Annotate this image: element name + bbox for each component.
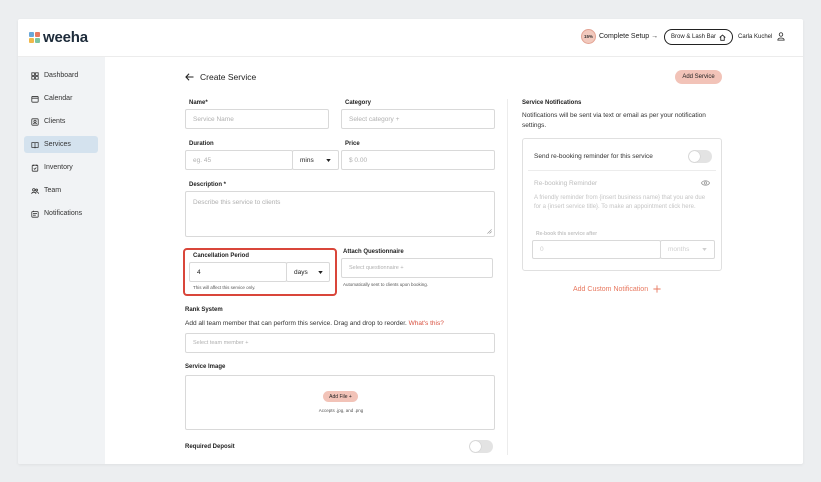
cancellation-label: Cancellation Period <box>193 253 250 259</box>
rebook-after-input[interactable]: 0 <box>532 240 661 259</box>
sidebar-item-label: Notifications <box>44 210 83 217</box>
whats-this-link[interactable]: What's this? <box>409 320 444 327</box>
team-icon <box>31 187 39 194</box>
user-name: Carla Kuchel <box>738 33 773 40</box>
notifications-title: Service Notifications <box>522 100 582 106</box>
name-input[interactable]: Service Name <box>185 109 329 129</box>
inventory-icon <box>31 164 39 172</box>
questionnaire-note: Automatically sent to clients upon booki… <box>343 282 429 287</box>
logo-text: weeha <box>43 29 88 46</box>
home-icon <box>719 33 726 41</box>
complete-setup-label: Complete Setup → <box>599 33 659 40</box>
toggle-knob <box>470 441 481 452</box>
page-title: Create Service <box>200 72 257 82</box>
rebooking-toggle[interactable] <box>688 150 712 163</box>
deposit-toggle[interactable] <box>469 440 493 453</box>
cancellation-unit-select[interactable]: days <box>286 262 330 282</box>
service-image-label: Service Image <box>185 364 226 370</box>
duration-input[interactable]: eg. 45 <box>185 150 293 170</box>
price-input[interactable]: $ 0.00 <box>341 150 495 170</box>
top-bar: weeha 15% Complete Setup → Brow & Lash B… <box>18 19 803 57</box>
complete-setup-button[interactable]: 15% Complete Setup → <box>581 29 658 44</box>
accepted-formats: Accepts .jpg, and .png <box>318 408 364 413</box>
sidebar-item-label: Inventory <box>44 164 73 171</box>
description-placeholder: Describe this service to clients <box>193 199 281 206</box>
category-select[interactable]: Select category + <box>341 109 495 129</box>
rebook-after-label: Re-book this service after <box>536 231 598 237</box>
rebooking-toggle-label: Send re-booking reminder for this servic… <box>534 153 653 160</box>
sidebar-item-dashboard[interactable]: Dashboard <box>24 67 98 84</box>
deposit-label: Required Deposit <box>185 444 235 450</box>
team-member-select[interactable]: Select team member + <box>185 333 495 353</box>
dashboard-icon <box>31 71 39 80</box>
sidebar-item-clients[interactable]: Clients <box>24 113 98 130</box>
reminder-text: A friendly reminder from {insert busines… <box>534 195 706 210</box>
notifications-description: Notifications will be sent via text or e… <box>522 112 706 129</box>
clients-icon <box>31 117 39 126</box>
business-selector-button[interactable]: Brow & Lash Bar <box>664 29 734 45</box>
duration-label: Duration <box>189 141 214 147</box>
toggle-knob <box>689 151 700 162</box>
caret-down-icon <box>318 270 323 274</box>
caret-down-icon <box>702 248 707 251</box>
rank-description: Add all team member that can perform thi… <box>185 320 444 327</box>
questionnaire-label: Attach Questionnaire <box>343 249 404 255</box>
sidebar-item-label: Team <box>44 187 62 194</box>
cancellation-note: This will affect this service only. <box>193 285 256 290</box>
category-label: Category <box>345 100 372 106</box>
back-arrow-icon[interactable] <box>185 73 194 81</box>
setup-progress-badge: 15% <box>581 29 596 44</box>
resize-handle-icon <box>487 229 492 234</box>
duration-unit-value: mins <box>300 156 314 164</box>
image-dropzone[interactable] <box>185 375 495 430</box>
logo-mark-icon <box>29 32 40 43</box>
notifications-icon <box>31 210 39 218</box>
reminder-label: Re-booking Reminder <box>534 180 598 187</box>
description-textarea[interactable]: Describe this service to clients <box>185 191 495 237</box>
add-custom-notification-button[interactable]: Add Custom Notification <box>573 285 661 293</box>
cancellation-unit-value: days <box>294 268 308 276</box>
page-header: Create Service <box>185 72 256 82</box>
user-icon <box>777 32 785 41</box>
eye-icon[interactable] <box>701 180 710 186</box>
sidebar-item-services[interactable]: Services <box>24 136 98 153</box>
cancellation-input[interactable]: 4 <box>189 262 287 282</box>
rank-label: Rank System <box>185 307 223 313</box>
price-label: Price <box>345 141 360 147</box>
caret-down-icon <box>326 158 331 162</box>
app-window: weeha 15% Complete Setup → Brow & Lash B… <box>18 19 803 464</box>
rebook-unit-value: months <box>668 246 690 253</box>
card-divider <box>528 170 716 171</box>
sidebar-item-label: Calendar <box>44 95 73 102</box>
services-icon <box>31 141 39 148</box>
add-custom-notification-label: Add Custom Notification <box>573 285 649 293</box>
sidebar: Dashboard Calendar Clients Services Inve… <box>18 57 105 464</box>
sidebar-item-label: Services <box>44 141 71 148</box>
name-label: Name* <box>189 100 208 106</box>
calendar-icon <box>31 95 39 103</box>
user-menu[interactable]: Carla Kuchel <box>738 32 785 41</box>
duration-unit-select[interactable]: mins <box>292 150 339 170</box>
logo[interactable]: weeha <box>29 29 88 46</box>
sidebar-item-label: Dashboard <box>44 72 79 79</box>
add-file-button[interactable]: Add File + <box>323 391 358 402</box>
sidebar-item-team[interactable]: Team <box>24 182 98 199</box>
questionnaire-select[interactable]: Select questionnaire + <box>341 258 493 278</box>
sidebar-item-inventory[interactable]: Inventory <box>24 159 98 176</box>
sidebar-item-calendar[interactable]: Calendar <box>24 90 98 107</box>
plus-icon <box>653 285 661 293</box>
sidebar-item-label: Clients <box>44 118 66 125</box>
sidebar-item-notifications[interactable]: Notifications <box>24 205 98 222</box>
column-divider <box>507 99 508 455</box>
rebook-unit-select[interactable]: months <box>660 240 715 259</box>
business-name: Brow & Lash Bar <box>671 34 717 40</box>
description-label: Description * <box>189 182 227 188</box>
add-service-button[interactable]: Add Service <box>675 70 722 84</box>
